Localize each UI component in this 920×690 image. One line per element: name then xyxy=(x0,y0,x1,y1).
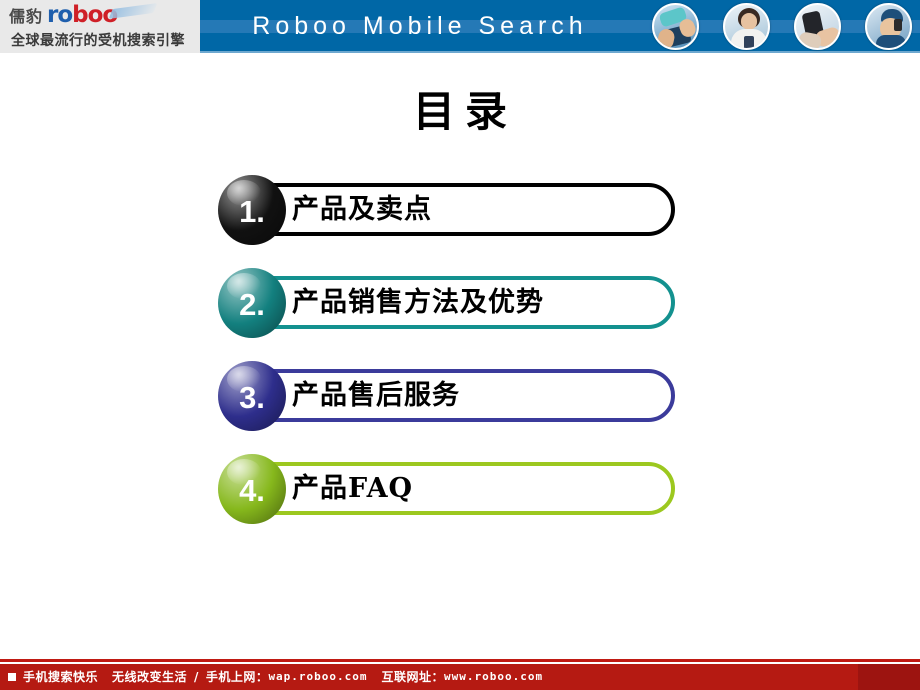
toc-number-1: 1. xyxy=(239,194,265,229)
page-header: 儒豹 roboo 全球最流行的受机搜索引擎 Roboo Mobile Searc… xyxy=(0,0,920,53)
toc-item-4[interactable]: 4. 产品FAQ xyxy=(0,454,920,526)
header-photo-strip xyxy=(652,2,916,51)
logo-chinese-name: 儒豹 xyxy=(9,7,44,26)
header-underline xyxy=(200,51,920,53)
footer-slogan-2: 无线改变生活 xyxy=(112,670,188,684)
toc-number-3: 3. xyxy=(239,380,265,415)
footer-wap-url[interactable]: wap.roboo.com xyxy=(268,664,367,690)
toc-badge-1: 1. xyxy=(218,175,286,245)
logo-tagline: 全球最流行的受机搜索引擎 xyxy=(11,33,185,49)
toc-item-1[interactable]: 1. 产品及卖点 xyxy=(0,175,920,247)
toc-number-4: 4. xyxy=(239,473,265,508)
brand-logo: 儒豹 roboo 全球最流行的受机搜索引擎 xyxy=(0,0,196,53)
toc-item-3[interactable]: 3. 产品售后服务 xyxy=(0,361,920,433)
toc-label-1: 产品及卖点 xyxy=(292,194,432,225)
page-footer: 手机搜索快乐 无线改变生活 / 手机上网： wap.roboo.com 互联网址… xyxy=(0,664,920,690)
toc-badge-2: 2. xyxy=(218,268,286,338)
photo-man-phone xyxy=(865,3,912,50)
toc-badge-4: 4. xyxy=(218,454,286,524)
footer-accent-block xyxy=(858,664,920,690)
toc-item-2[interactable]: 2. 产品销售方法及优势 xyxy=(0,268,920,340)
page-title: Roboo Mobile Search xyxy=(252,12,588,40)
slide-title: 目录 xyxy=(412,87,517,136)
toc-number-2: 2. xyxy=(239,287,265,322)
photo-girl-phone xyxy=(723,3,770,50)
footer-slogan-1: 手机搜索快乐 xyxy=(23,670,99,684)
square-bullet-icon xyxy=(8,673,16,681)
photo-hand-device xyxy=(794,3,841,50)
footer-web-url[interactable]: www.roboo.com xyxy=(444,664,543,690)
toc-label-2: 产品销售方法及优势 xyxy=(292,287,544,318)
toc-badge-3: 3. xyxy=(218,361,286,431)
footer-separator: / xyxy=(194,670,199,684)
footer-content: 手机搜索快乐 无线改变生活 / 手机上网： wap.roboo.com 互联网址… xyxy=(8,664,543,690)
logo-wordmark-blue: ro xyxy=(47,2,73,28)
footer-web-label: 互联网址： xyxy=(381,670,445,684)
footer-wap-label: 手机上网： xyxy=(205,670,269,684)
logo-wordmark: roboo xyxy=(47,2,118,28)
toc-label-3: 产品售后服务 xyxy=(292,380,460,411)
photo-hands-phone xyxy=(652,3,699,50)
footer-divider xyxy=(0,659,920,662)
logo-wordmark-row: 儒豹 roboo xyxy=(9,2,118,28)
toc-list: 1. 产品及卖点 2. 产品销售方法及优势 3. 产品售后服务 4. 产品FAQ xyxy=(0,175,920,547)
toc-label-4: 产品FAQ xyxy=(292,473,414,504)
